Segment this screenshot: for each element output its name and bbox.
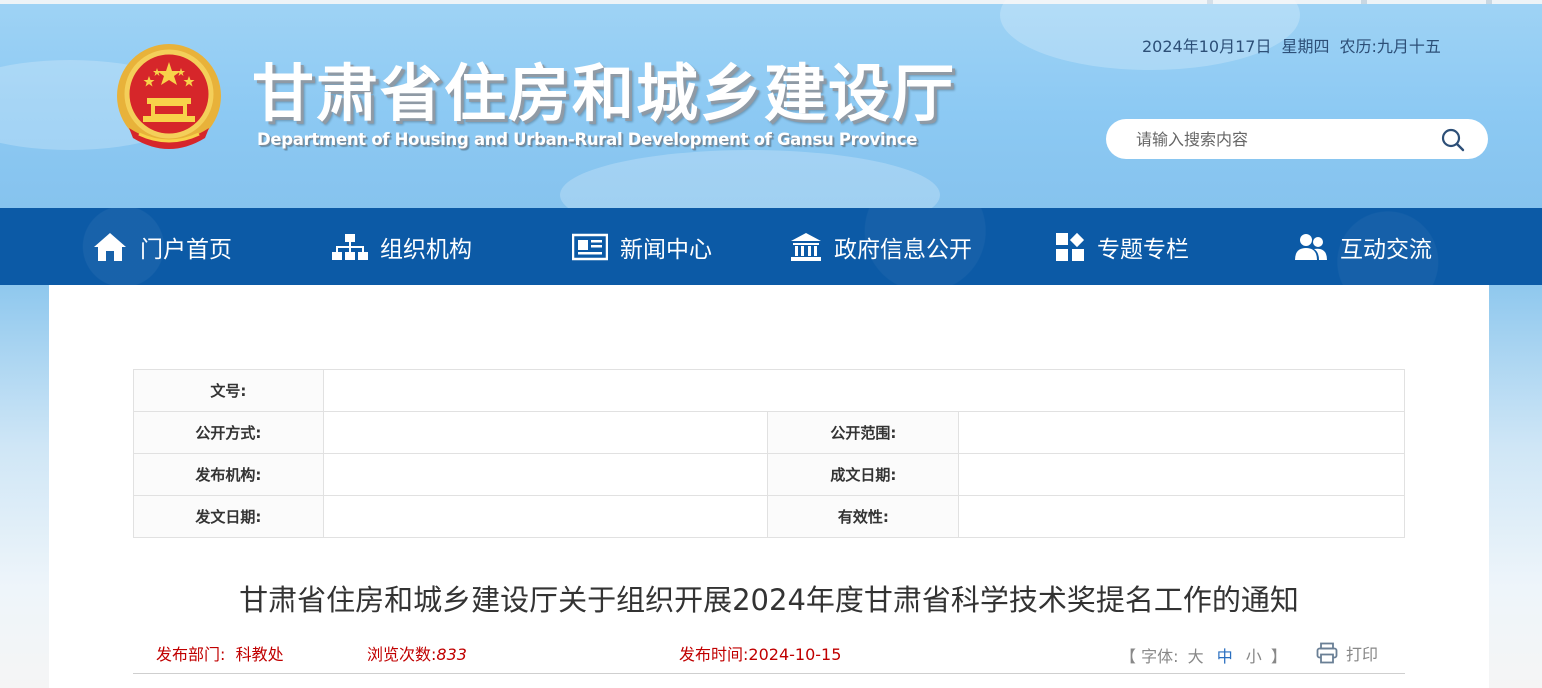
- disclosure-scope-label: 公开范围:: [767, 411, 960, 454]
- home-icon: [94, 232, 126, 261]
- issue-date-value: [322, 495, 769, 538]
- nav-item-gov-info[interactable]: 政府信息公开: [790, 208, 972, 285]
- org-chart-icon: [332, 233, 368, 260]
- disclosure-method-label: 公开方式:: [133, 411, 324, 454]
- top-border: [0, 0, 1542, 4]
- publish-date: 2024-10-15: [748, 645, 842, 664]
- nav-item-label: 政府信息公开: [834, 236, 972, 263]
- printer-icon: [1316, 642, 1338, 664]
- search-icon[interactable]: [1440, 127, 1466, 153]
- font-small-button[interactable]: 小: [1246, 647, 1262, 666]
- font-label-close: 】: [1270, 647, 1287, 666]
- creation-date-label: 成文日期:: [767, 453, 960, 496]
- publish-info: 发布时间:2024-10-15: [679, 641, 841, 665]
- department-label: 发布部门:: [156, 645, 226, 664]
- nav-item-label: 新闻中心: [620, 236, 712, 263]
- lunar-date: 农历:九月十五: [1339, 37, 1441, 56]
- views-info: 浏览次数:833: [367, 641, 467, 665]
- nav-item-label: 门户首页: [140, 236, 232, 263]
- nav-item-special-topics[interactable]: 专题专栏: [1055, 208, 1189, 285]
- article-title: 甘肃省住房和城乡建设厅关于组织开展2024年度甘肃省科学技术奖提名工作的通知: [239, 583, 1299, 617]
- validity-value: [958, 495, 1405, 538]
- publish-label: 发布时间:: [679, 645, 749, 664]
- search-box: [1106, 119, 1488, 159]
- font-large-button[interactable]: 大: [1188, 647, 1204, 666]
- grid-tiles-icon: [1056, 232, 1085, 261]
- font-medium-button[interactable]: 中: [1217, 647, 1233, 666]
- issuer-label: 发布机构:: [133, 453, 324, 496]
- disclosure-method-value: [322, 411, 769, 454]
- department-value: 科教处: [235, 645, 284, 664]
- newspaper-icon: [572, 233, 608, 260]
- nav-item-news[interactable]: 新闻中心: [572, 208, 712, 285]
- article-info-bar: 发布部门: 科教处 浏览次数:833 发布时间:2024-10-15 【 字体:…: [133, 635, 1405, 669]
- document-meta-table: 文号: 公开方式: 公开范围: 发布机构: 成文日期: 发文日期: 有效性:: [133, 369, 1406, 538]
- views-count: 833: [436, 645, 467, 664]
- doc-number-value: [322, 369, 1406, 412]
- creation-date-value: [958, 453, 1405, 496]
- weekday: 星期四: [1281, 37, 1330, 56]
- date-line: 2024年10月17日 星期四 农历:九月十五: [1142, 33, 1451, 57]
- print-label: 打印: [1346, 645, 1379, 664]
- validity-label: 有效性:: [767, 495, 960, 538]
- font-size-control: 【 字体: 大 中 小 】: [1120, 643, 1287, 667]
- article-container: 文号: 公开方式: 公开范围: 发布机构: 成文日期: 发文日期: 有效性: 甘…: [49, 285, 1489, 688]
- table-row: 公开方式: 公开范围:: [133, 411, 1405, 454]
- search-input[interactable]: [1136, 127, 1436, 151]
- print-button[interactable]: 打印: [1316, 641, 1378, 665]
- table-row: 文号:: [133, 369, 1406, 412]
- views-label: 浏览次数:: [367, 645, 437, 664]
- nav-item-interaction[interactable]: 互动交流: [1294, 208, 1432, 285]
- font-label: 【 字体:: [1120, 647, 1179, 666]
- nav-item-label: 组织机构: [380, 236, 472, 263]
- site-title: 甘肃省住房和城乡建设厅: [252, 57, 957, 130]
- issuer-value: [322, 453, 769, 496]
- nav-item-label: 互动交流: [1340, 236, 1432, 263]
- nav-item-organization[interactable]: 组织机构: [332, 208, 472, 285]
- table-row: 发文日期: 有效性:: [133, 495, 1405, 538]
- current-date: 2024年10月17日: [1142, 37, 1272, 56]
- doc-number-label: 文号:: [133, 369, 324, 412]
- site-subtitle: Department of Housing and Urban-Rural De…: [257, 130, 918, 149]
- government-building-icon: [791, 232, 821, 261]
- disclosure-scope-value: [958, 411, 1405, 454]
- users-icon: [1295, 233, 1327, 260]
- table-row: 发布机构: 成文日期:: [133, 453, 1405, 496]
- site-header: 甘肃省住房和城乡建设厅 Department of Housing and Ur…: [0, 0, 1542, 208]
- national-emblem-icon: [117, 44, 221, 149]
- main-nav: 门户首页 组织机构 新闻中心 政府信息公开 专题专栏 互动交流: [0, 208, 1542, 285]
- department-info: 发布部门: 科教处: [156, 641, 284, 665]
- nav-item-label: 专题专栏: [1097, 236, 1189, 263]
- divider: [133, 673, 1405, 674]
- issue-date-label: 发文日期:: [133, 495, 324, 538]
- nav-item-home[interactable]: 门户首页: [92, 208, 232, 285]
